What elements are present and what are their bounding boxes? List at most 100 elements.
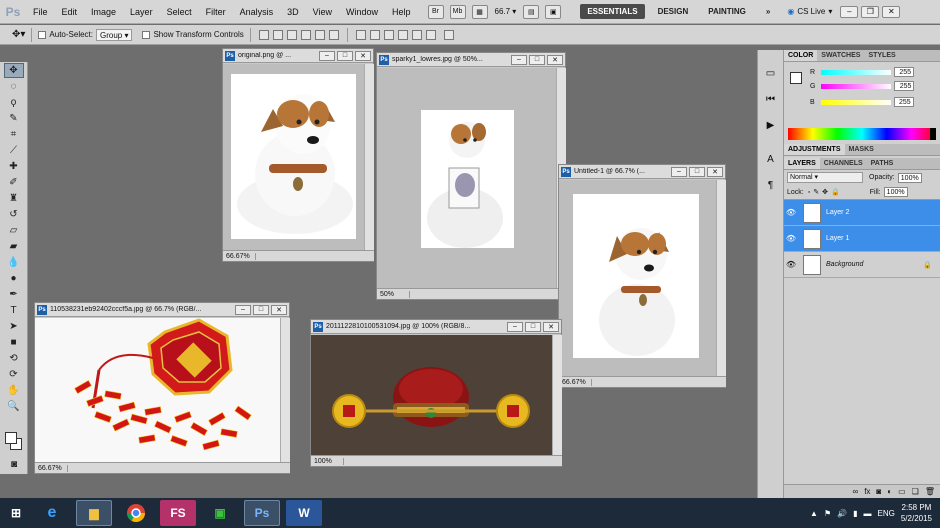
healing-brush-tool-icon[interactable]: ✚ (4, 159, 24, 174)
doc-minimize-button[interactable]: – (671, 166, 687, 177)
blue-value-input[interactable]: 255 (893, 97, 914, 107)
history-icon[interactable]: ⏮ (762, 90, 780, 108)
more-workspaces-button[interactable]: » (759, 4, 777, 19)
vertical-scrollbar[interactable] (280, 318, 290, 462)
quick-mask-icon[interactable]: ◙ (4, 457, 24, 472)
workspace-design[interactable]: DESIGN (651, 4, 696, 19)
align-hcenter-icon[interactable] (314, 29, 325, 40)
doc-close-button[interactable]: ✕ (271, 304, 287, 315)
mini-bridge-icon[interactable]: ▭ (762, 64, 780, 82)
adjustment-layer-icon[interactable]: ◐ (887, 487, 892, 496)
actions-icon[interactable]: ▶ (762, 116, 780, 134)
clock[interactable]: 2:58 PM 5/2/2015 (901, 502, 932, 524)
distribute-vcenter-icon[interactable] (369, 29, 380, 40)
bridge-button[interactable]: Br (427, 4, 444, 19)
document-window-hat[interactable]: Ps 2011122810100531094.jpg @ 100% (RGB/8… (310, 319, 562, 467)
quick-select-tool-icon[interactable]: ✎ (4, 111, 24, 126)
vertical-scrollbar[interactable] (716, 180, 726, 376)
opacity-input[interactable]: 100% (897, 172, 922, 183)
move-tool-icon[interactable]: ✥ (3, 63, 24, 78)
lock-all-icon[interactable]: 🔒 (831, 188, 840, 196)
link-layers-icon[interactable]: ∞ (852, 487, 858, 496)
distribute-right-icon[interactable] (425, 29, 436, 40)
paragraph-icon[interactable]: ¶ (762, 176, 780, 194)
menu-analysis[interactable]: Analysis (233, 0, 281, 24)
eyedropper-tool-icon[interactable]: ⟋ (4, 143, 24, 158)
document-window-sparky[interactable]: Ps sparky1_lowres.jpg @ 50%... – □ ✕ 50% (376, 52, 566, 300)
auto-select-dropdown[interactable]: Group ▾ (95, 28, 133, 41)
menu-file[interactable]: File (26, 0, 55, 24)
layer-row[interactable]: 👁 Layer 2 (784, 200, 940, 226)
type-tool-icon[interactable]: T (4, 303, 24, 318)
visibility-eye-icon[interactable]: 👁 (784, 234, 798, 243)
marquee-tool-icon[interactable]: ◌ (4, 79, 24, 94)
tab-channels[interactable]: CHANNELS (820, 158, 867, 169)
tab-paths[interactable]: PATHS (867, 158, 898, 169)
cs-live-button[interactable]: ◉ CS Live ▾ (787, 7, 832, 16)
document-zoom[interactable]: 66.67% (562, 378, 592, 386)
align-top-icon[interactable] (258, 29, 269, 40)
document-title-bar[interactable]: Ps sparky1_lowres.jpg @ 50%... – □ ✕ (377, 53, 565, 67)
fill-input[interactable]: 100% (883, 187, 908, 197)
color-foreground-swatch[interactable] (790, 72, 802, 84)
color-spectrum-bar[interactable] (788, 128, 936, 140)
path-selection-tool-icon[interactable]: ➤ (4, 319, 24, 334)
flag-icon[interactable]: ⚑ (824, 509, 831, 518)
menu-image[interactable]: Image (84, 0, 123, 24)
document-zoom[interactable]: 100% (314, 457, 344, 465)
tab-color[interactable]: COLOR (784, 50, 818, 61)
doc-maximize-button[interactable]: □ (529, 54, 545, 65)
3d-rotate-tool-icon[interactable]: ⟲ (4, 351, 24, 366)
pen-tool-icon[interactable]: ✒ (4, 287, 24, 302)
red-value-input[interactable]: 255 (894, 67, 915, 77)
document-canvas[interactable] (377, 68, 556, 288)
doc-maximize-button[interactable]: □ (337, 50, 353, 61)
history-brush-tool-icon[interactable]: ↺ (4, 207, 24, 222)
doc-minimize-button[interactable]: – (507, 321, 523, 332)
minimize-button[interactable]: – (840, 5, 859, 18)
document-window-original[interactable]: Ps original.png @ ... – □ ✕ 66.67% (222, 48, 374, 262)
distribute-left-icon[interactable] (397, 29, 408, 40)
word-icon[interactable]: W (286, 500, 322, 526)
vertical-scrollbar[interactable] (364, 64, 374, 250)
document-title-bar[interactable]: Ps 2011122810100531094.jpg @ 100% (RGB/8… (311, 320, 561, 334)
delete-layer-icon[interactable]: 🗑 (925, 487, 935, 496)
lasso-tool-icon[interactable]: ϙ (4, 95, 24, 110)
blue-slider[interactable] (820, 99, 891, 105)
auto-select-checkbox[interactable] (38, 30, 47, 39)
distribute-hcenter-icon[interactable] (411, 29, 422, 40)
show-transform-checkbox[interactable] (142, 30, 151, 39)
green-value-input[interactable]: 255 (894, 81, 915, 91)
brush-tool-icon[interactable]: ✐ (4, 175, 24, 190)
menu-layer[interactable]: Layer (123, 0, 160, 24)
menu-3d[interactable]: 3D (280, 0, 306, 24)
ie-icon[interactable]: e (34, 500, 70, 526)
doc-close-button[interactable]: ✕ (707, 166, 723, 177)
document-window-untitled[interactable]: Ps Untitled-1 @ 66.7% (... – □ ✕ 66.67% (558, 164, 726, 388)
crop-tool-icon[interactable]: ⌗ (4, 127, 24, 142)
align-vcenter-icon[interactable] (272, 29, 283, 40)
doc-close-button[interactable]: ✕ (543, 321, 559, 332)
layer-row[interactable]: 👁 Background 🔒 (784, 252, 940, 278)
red-slider[interactable] (821, 69, 892, 75)
document-title-bar[interactable]: Ps original.png @ ... – □ ✕ (223, 49, 373, 63)
3d-orbit-tool-icon[interactable]: ⟳ (4, 367, 24, 382)
fs-app-icon[interactable]: FS (160, 500, 196, 526)
character-icon[interactable]: A (762, 150, 780, 168)
doc-minimize-button[interactable]: – (319, 50, 335, 61)
language-indicator[interactable]: ENG (878, 509, 895, 518)
photoshop-icon[interactable]: Ps (244, 500, 280, 526)
align-left-icon[interactable] (300, 29, 311, 40)
clone-stamp-tool-icon[interactable]: ♜ (4, 191, 24, 206)
chrome-icon[interactable] (118, 500, 154, 526)
document-window-firecrackers[interactable]: Ps 110538231eb92402cccf5a.jpg @ 66.7% (R… (34, 302, 290, 474)
restore-button[interactable]: ❐ (861, 5, 880, 18)
doc-maximize-button[interactable]: □ (253, 304, 269, 315)
green-slider[interactable] (821, 83, 892, 89)
document-title-bar[interactable]: Ps Untitled-1 @ 66.7% (... – □ ✕ (559, 165, 725, 179)
tab-swatches[interactable]: SWATCHES (817, 50, 864, 61)
show-hidden-icons-icon[interactable]: ▲ (810, 509, 818, 518)
windows-start-icon[interactable]: ⊞ (4, 500, 28, 526)
volume-icon[interactable]: 🔊 (837, 509, 847, 518)
menu-edit[interactable]: Edit (55, 0, 85, 24)
